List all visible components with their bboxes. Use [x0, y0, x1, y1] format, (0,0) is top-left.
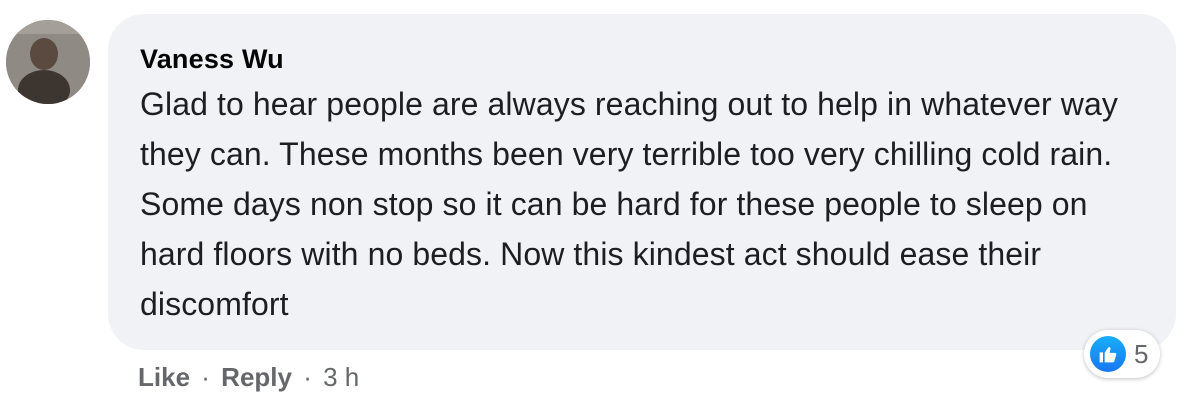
reaction-count: 5	[1134, 338, 1149, 369]
comment-author[interactable]: Vaness Wu	[140, 42, 1146, 76]
profile-photo-icon	[6, 20, 90, 104]
reaction-summary[interactable]: 5	[1084, 330, 1161, 378]
comment: Vaness Wu Glad to hear people are always…	[0, 0, 1200, 400]
avatar[interactable]	[6, 20, 90, 104]
comment-bubble: Vaness Wu Glad to hear people are always…	[108, 14, 1176, 350]
thumbs-up-icon	[1090, 336, 1126, 372]
comment-actions: Like · Reply · 3 h	[138, 360, 359, 394]
separator: ·	[303, 362, 312, 392]
comment-text: Glad to hear people are always reaching …	[140, 86, 1118, 322]
like-button[interactable]: Like	[138, 362, 190, 392]
separator: ·	[201, 362, 210, 392]
timestamp[interactable]: 3 h	[323, 362, 359, 392]
reply-button[interactable]: Reply	[221, 362, 292, 392]
